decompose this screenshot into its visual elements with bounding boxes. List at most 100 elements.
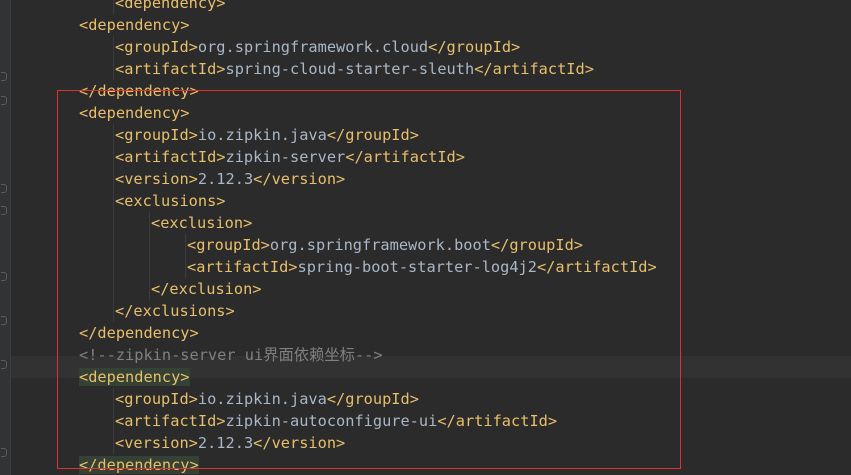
- indent-guide: [113, 146, 114, 168]
- xml-value: org.springframework.cloud: [197, 38, 429, 56]
- fold-marker-icon[interactable]: [1, 184, 7, 193]
- xml-value: io.zipkin.java: [197, 126, 327, 144]
- indent-guide: [149, 234, 150, 256]
- xml-open-tag: <groupId>: [115, 390, 198, 408]
- fold-marker-icon[interactable]: [1, 72, 7, 81]
- code-line[interactable]: <exclusions>: [11, 190, 851, 212]
- code-line-content: <artifactId>zipkin-server</artifactId>: [115, 146, 465, 168]
- code-line-content: <dependency>: [79, 102, 190, 124]
- code-line[interactable]: <groupId>org.springframework.boot</group…: [11, 234, 851, 256]
- fold-marker-icon[interactable]: [1, 272, 7, 281]
- indent-guide: [149, 278, 150, 300]
- indent-guide: [113, 36, 114, 58]
- code-line[interactable]: <dependency>: [11, 14, 851, 36]
- indent-guide: [113, 256, 114, 278]
- code-line-content: <exclusions>: [115, 190, 226, 212]
- xml-open-tag: <artifactId>: [115, 148, 226, 166]
- editor-gutter[interactable]: [0, 0, 11, 475]
- indent-guide: [113, 0, 114, 14]
- xml-value: zipkin-server: [225, 148, 346, 166]
- xml-close-tag: </dependency>: [79, 82, 199, 100]
- code-line-content: <dependency>: [79, 366, 190, 388]
- indent-guide: [149, 256, 150, 278]
- xml-value: spring-boot-starter-log4j2: [297, 258, 537, 276]
- xml-open-tag: <groupId>: [187, 236, 270, 254]
- code-line[interactable]: </exclusion>: [11, 278, 851, 300]
- xml-close-tag: </artifactId>: [345, 148, 465, 166]
- fold-marker-icon[interactable]: [1, 316, 7, 325]
- xml-open-tag: <exclusion>: [151, 214, 253, 232]
- code-line[interactable]: <!--zipkin-server ui界面依赖坐标-->: [11, 344, 851, 366]
- code-line-content: </dependency>: [79, 454, 199, 475]
- xml-open-tag: <version>: [115, 170, 198, 188]
- indent-guide: [113, 124, 114, 146]
- code-line-content: <artifactId>zipkin-autoconfigure-ui</art…: [115, 410, 557, 432]
- xml-open-tag: <dependency>: [79, 104, 190, 122]
- xml-value: zipkin-autoconfigure-ui: [225, 412, 438, 430]
- xml-close-tag: </dependency>: [79, 324, 199, 342]
- indent-guide: [185, 234, 186, 256]
- fold-marker-icon[interactable]: [1, 96, 7, 105]
- xml-close-tag: </dependency>: [79, 456, 199, 474]
- xml-open-tag: <dependency>: [79, 368, 190, 386]
- code-line[interactable]: <version>2.12.3</version>: [11, 432, 851, 454]
- indent-guide: [113, 410, 114, 432]
- code-line[interactable]: </dependency>: [11, 454, 851, 475]
- code-line[interactable]: <groupId>io.zipkin.java</groupId>: [11, 124, 851, 146]
- fold-marker-icon[interactable]: [1, 448, 7, 457]
- xml-close-tag: </artifactId>: [536, 258, 657, 276]
- indent-guide: [113, 388, 114, 410]
- code-line[interactable]: </dependency>: [11, 80, 851, 102]
- code-line[interactable]: <groupId>io.zipkin.java</groupId>: [11, 388, 851, 410]
- fold-marker-icon[interactable]: [1, 360, 7, 369]
- xml-value: 2.12.3: [197, 170, 254, 188]
- indent-guide: [113, 168, 114, 190]
- xml-close-tag: </groupId>: [490, 236, 584, 254]
- code-line-content: <version>2.12.3</version>: [115, 432, 345, 454]
- code-line[interactable]: <artifactId>zipkin-server</artifactId>: [11, 146, 851, 168]
- code-line[interactable]: <exclusion>: [11, 212, 851, 234]
- xml-close-tag: </groupId>: [428, 38, 521, 56]
- code-line[interactable]: <dependency>: [11, 366, 851, 388]
- indent-guide: [113, 234, 114, 256]
- xml-close-tag: </artifactId>: [437, 412, 558, 430]
- code-line[interactable]: </exclusions>: [11, 300, 851, 322]
- xml-close-tag: </version>: [253, 434, 346, 452]
- indent-guide: [113, 212, 114, 234]
- code-line[interactable]: <version>2.12.3</version>: [11, 168, 851, 190]
- fold-marker-icon[interactable]: [1, 206, 7, 215]
- xml-open-tag: <artifactId>: [187, 258, 298, 276]
- code-line-content: </dependency>: [79, 80, 199, 102]
- xml-value: io.zipkin.java: [197, 390, 327, 408]
- indent-guide: [113, 300, 114, 322]
- xml-open-tag: <version>: [115, 434, 198, 452]
- code-editor[interactable]: <dependency> <dependency> <groupId>org.spr…: [0, 0, 851, 475]
- code-line-content: <groupId>io.zipkin.java</groupId>: [115, 388, 419, 410]
- xml-comment: <!--zipkin-server ui界面依赖坐标-->: [79, 346, 383, 364]
- code-line-content: <exclusion>: [151, 212, 252, 234]
- indent-guide: [113, 190, 114, 212]
- indent-guide: [113, 58, 114, 80]
- xml-close-tag: </groupId>: [326, 390, 419, 408]
- code-line[interactable]: <dependency>: [11, 102, 851, 124]
- indent-guide: [113, 278, 114, 300]
- code-line[interactable]: <groupId>org.springframework.cloud</grou…: [11, 36, 851, 58]
- indent-guide: [185, 256, 186, 278]
- xml-close-tag: </artifactId>: [474, 60, 594, 78]
- xml-open-tag: <dependency>: [79, 16, 190, 34]
- xml-value: org.springframework.boot: [269, 236, 491, 254]
- indent-guide: [113, 432, 114, 454]
- xml-open-tag: <artifactId>: [115, 412, 226, 430]
- code-line-content: <!--zipkin-server ui界面依赖坐标-->: [79, 344, 383, 366]
- code-line[interactable]: <artifactId>spring-boot-starter-log4j2</…: [11, 256, 851, 278]
- xml-value: 2.12.3: [197, 434, 254, 452]
- xml-close-tag: </exclusion>: [151, 280, 262, 298]
- code-line-content: </exclusion>: [151, 278, 262, 300]
- code-line[interactable]: <artifactId>zipkin-autoconfigure-ui</art…: [11, 410, 851, 432]
- code-line[interactable]: <artifactId>spring-cloud-starter-sleuth<…: [11, 58, 851, 80]
- code-line-content: <artifactId>spring-boot-starter-log4j2</…: [187, 256, 657, 278]
- code-area[interactable]: <dependency> <dependency> <groupId>org.spr…: [11, 0, 851, 475]
- code-line[interactable]: <dependency>: [11, 0, 851, 14]
- code-line[interactable]: </dependency>: [11, 322, 851, 344]
- xml-open-tag: <groupId>: [115, 126, 198, 144]
